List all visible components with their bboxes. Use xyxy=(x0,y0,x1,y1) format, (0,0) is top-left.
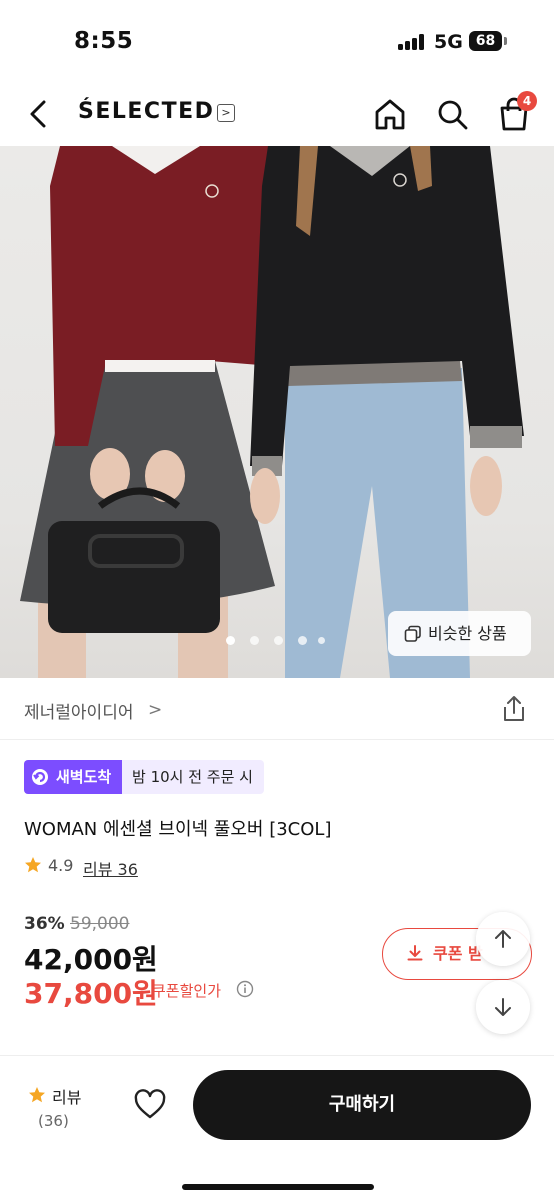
heart-icon xyxy=(134,1089,166,1119)
share-button[interactable] xyxy=(500,694,528,724)
signal-icon xyxy=(398,34,426,50)
delivery-note: 밤 10시 전 주문 시 xyxy=(122,760,264,794)
chevron-right-icon: > xyxy=(148,700,163,720)
info-icon[interactable] xyxy=(236,980,254,998)
scroll-to-bottom-button[interactable] xyxy=(476,980,530,1034)
search-icon xyxy=(438,100,468,130)
download-icon xyxy=(407,945,423,961)
cart-count-badge: 4 xyxy=(517,91,537,111)
brand-logo[interactable]: ŚELECTED xyxy=(78,99,214,124)
home-icon xyxy=(375,99,405,130)
coupon-price-label: 쿠폰할인가 xyxy=(152,982,222,1000)
review-label[interactable]: 리뷰 xyxy=(52,1084,81,1108)
status-bar: 8:55 5G 68 xyxy=(0,0,554,84)
scroll-to-top-button[interactable] xyxy=(476,912,530,966)
product-image[interactable] xyxy=(0,146,554,678)
network-label: 5G xyxy=(434,31,463,53)
section-divider xyxy=(0,1055,554,1056)
copy-icon xyxy=(404,625,421,642)
home-indicator xyxy=(182,1184,374,1190)
buy-button[interactable]: 구매하기 xyxy=(193,1070,531,1140)
pagination-dot-3[interactable] xyxy=(274,636,283,645)
image-pagination xyxy=(226,636,336,648)
product-title: WOMAN 에센셜 브이넥 풀오버 [3COL] xyxy=(24,819,332,840)
status-time: 8:55 xyxy=(74,28,134,54)
battery-tip xyxy=(504,37,507,45)
review-count[interactable]: (36) xyxy=(38,1112,69,1130)
pagination-dot-1[interactable] xyxy=(226,636,235,645)
top-nav: ŚELECTED > xyxy=(0,84,554,146)
product-photo xyxy=(20,146,524,678)
search-button[interactable] xyxy=(434,94,470,134)
home-button[interactable] xyxy=(372,94,408,134)
chevron-left-icon xyxy=(30,100,46,128)
refresh-icon xyxy=(32,769,48,785)
discount-rate: 36% xyxy=(24,914,65,934)
original-price: 59,000 xyxy=(70,914,130,934)
store-row[interactable]: 제너럴아이디어 > xyxy=(0,678,554,740)
arrow-up-icon xyxy=(495,930,511,948)
pagination-dot-4[interactable] xyxy=(298,636,307,645)
brand-arrow-icon[interactable]: > xyxy=(217,104,235,122)
share-icon xyxy=(504,696,524,721)
pagination-dot-2[interactable] xyxy=(250,636,259,645)
star-icon xyxy=(29,1087,45,1103)
review-link[interactable]: 리뷰 36 xyxy=(83,856,138,880)
wishlist-button[interactable] xyxy=(133,1088,167,1122)
arrow-down-icon xyxy=(495,998,511,1016)
store-name[interactable]: 제너럴아이디어 xyxy=(24,698,133,723)
back-button[interactable] xyxy=(22,94,58,134)
battery-icon: 68 xyxy=(469,31,502,51)
rating-value: 4.9 xyxy=(48,856,74,875)
pagination-dot-5[interactable] xyxy=(318,637,325,644)
star-icon xyxy=(25,857,41,873)
coupon-price: 37,800원 xyxy=(24,977,158,1010)
